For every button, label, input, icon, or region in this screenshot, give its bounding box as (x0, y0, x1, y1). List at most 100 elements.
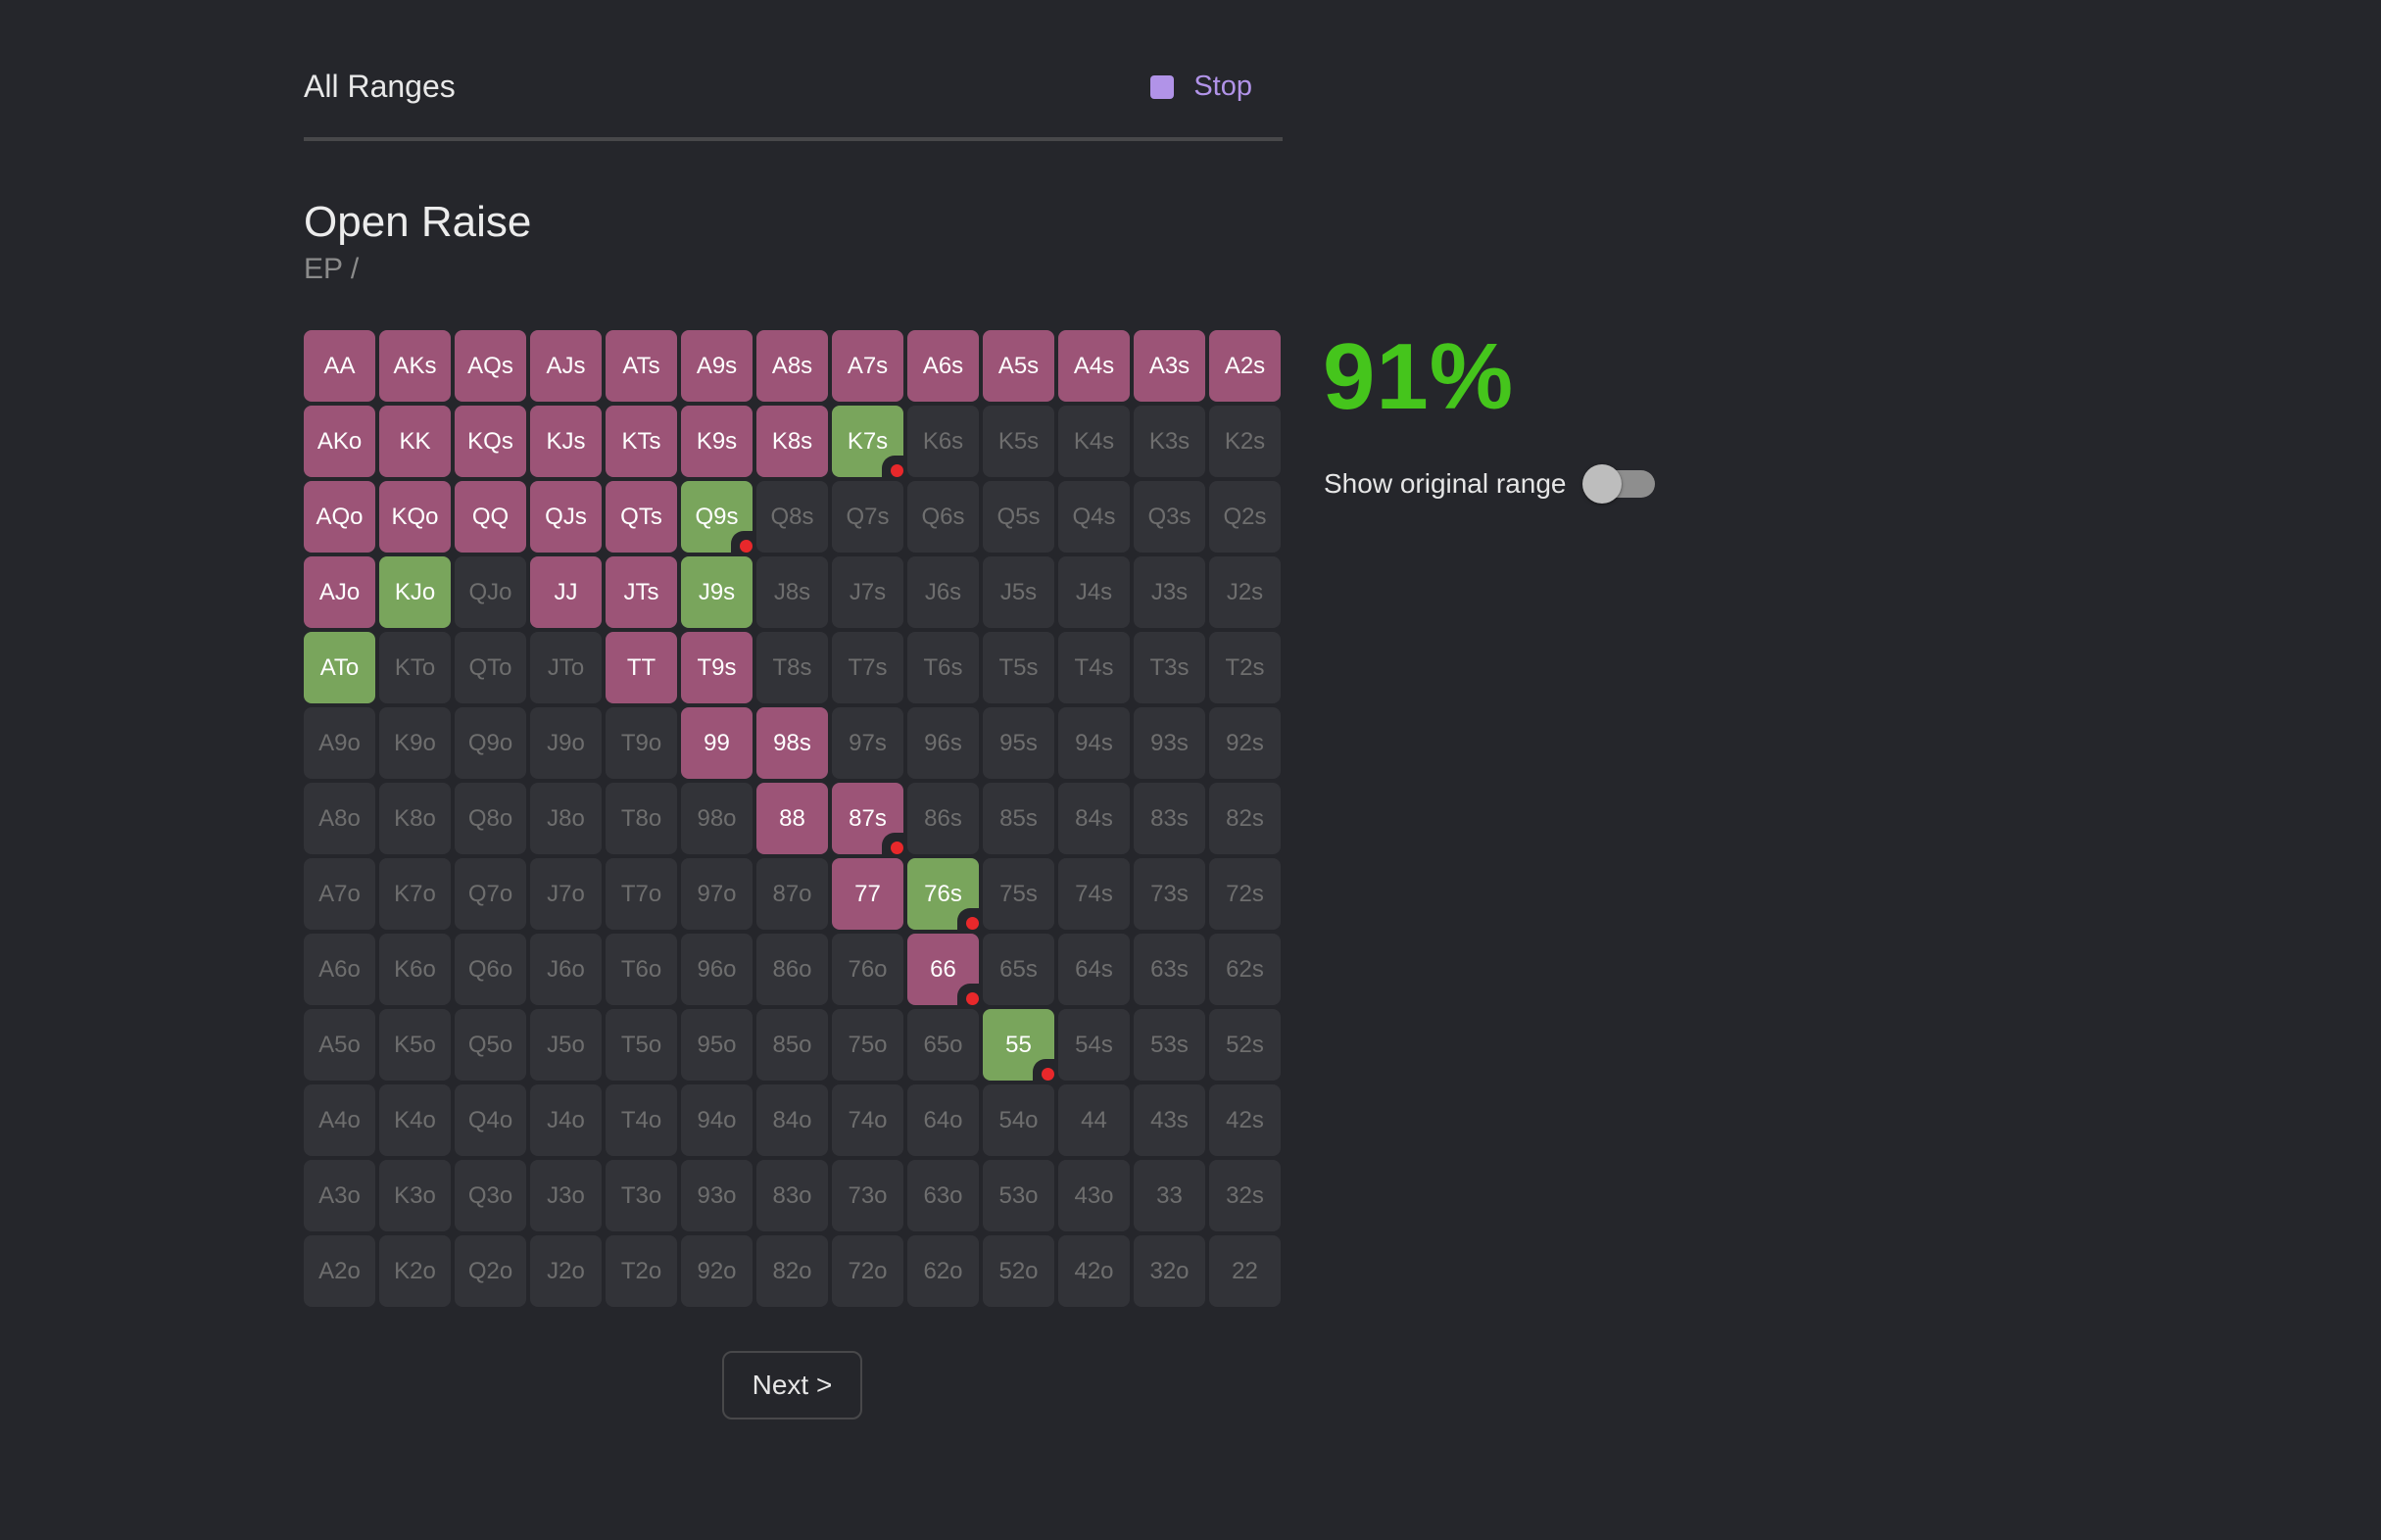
hand-cell-99[interactable]: 99 (681, 707, 753, 779)
hand-cell-62s[interactable]: 62s (1209, 934, 1281, 1005)
hand-cell-62o[interactable]: 62o (907, 1235, 979, 1307)
hand-cell-J2s[interactable]: J2s (1209, 556, 1281, 628)
hand-cell-98o[interactable]: 98o (681, 783, 753, 854)
hand-cell-94s[interactable]: 94s (1058, 707, 1130, 779)
hand-cell-K4o[interactable]: K4o (379, 1084, 451, 1156)
hand-cell-93o[interactable]: 93o (681, 1160, 753, 1231)
hand-cell-A2s[interactable]: A2s (1209, 330, 1281, 402)
hand-cell-J7o[interactable]: J7o (530, 858, 602, 930)
hand-cell-A2o[interactable]: A2o (304, 1235, 375, 1307)
hand-cell-A9s[interactable]: A9s (681, 330, 753, 402)
hand-cell-43s[interactable]: 43s (1134, 1084, 1205, 1156)
hand-cell-K5o[interactable]: K5o (379, 1009, 451, 1081)
hand-cell-Q3s[interactable]: Q3s (1134, 481, 1205, 553)
hand-cell-QJs[interactable]: QJs (530, 481, 602, 553)
hand-cell-J9o[interactable]: J9o (530, 707, 602, 779)
hand-cell-AA[interactable]: AA (304, 330, 375, 402)
hand-cell-Q8s[interactable]: Q8s (756, 481, 828, 553)
hand-cell-JTs[interactable]: JTs (606, 556, 677, 628)
hand-cell-AQo[interactable]: AQo (304, 481, 375, 553)
hand-cell-74s[interactable]: 74s (1058, 858, 1130, 930)
hand-cell-T7o[interactable]: T7o (606, 858, 677, 930)
hand-cell-T4o[interactable]: T4o (606, 1084, 677, 1156)
hand-cell-82s[interactable]: 82s (1209, 783, 1281, 854)
hand-cell-J7s[interactable]: J7s (832, 556, 903, 628)
hand-cell-87s[interactable]: 87s (832, 783, 907, 858)
hand-cell-ATs[interactable]: ATs (606, 330, 677, 402)
hand-cell-Q4s[interactable]: Q4s (1058, 481, 1130, 553)
hand-cell-J6o[interactable]: J6o (530, 934, 602, 1005)
hand-cell-66[interactable]: 66 (907, 934, 983, 1009)
hand-cell-83o[interactable]: 83o (756, 1160, 828, 1231)
hand-cell-T6o[interactable]: T6o (606, 934, 677, 1005)
hand-cell-KTo[interactable]: KTo (379, 632, 451, 703)
hand-cell-96o[interactable]: 96o (681, 934, 753, 1005)
hand-cell-33[interactable]: 33 (1134, 1160, 1205, 1231)
hand-cell-J8s[interactable]: J8s (756, 556, 828, 628)
hand-cell-K6s[interactable]: K6s (907, 406, 979, 477)
hand-cell-J9s[interactable]: J9s (681, 556, 753, 628)
hand-cell-T3o[interactable]: T3o (606, 1160, 677, 1231)
hand-cell-J5o[interactable]: J5o (530, 1009, 602, 1081)
hand-cell-A5o[interactable]: A5o (304, 1009, 375, 1081)
hand-cell-JJ[interactable]: JJ (530, 556, 602, 628)
hand-cell-42s[interactable]: 42s (1209, 1084, 1281, 1156)
hand-cell-AKo[interactable]: AKo (304, 406, 375, 477)
hand-cell-54s[interactable]: 54s (1058, 1009, 1130, 1081)
hand-cell-T6s[interactable]: T6s (907, 632, 979, 703)
hand-cell-TT[interactable]: TT (606, 632, 677, 703)
hand-cell-K7s[interactable]: K7s (832, 406, 907, 481)
hand-cell-92s[interactable]: 92s (1209, 707, 1281, 779)
hand-cell-KQs[interactable]: KQs (455, 406, 526, 477)
hand-cell-T5s[interactable]: T5s (983, 632, 1054, 703)
hand-cell-K6o[interactable]: K6o (379, 934, 451, 1005)
hand-cell-K9s[interactable]: K9s (681, 406, 753, 477)
hand-cell-96s[interactable]: 96s (907, 707, 979, 779)
hand-cell-72o[interactable]: 72o (832, 1235, 903, 1307)
hand-cell-Q9o[interactable]: Q9o (455, 707, 526, 779)
hand-cell-95o[interactable]: 95o (681, 1009, 753, 1081)
hand-cell-63s[interactable]: 63s (1134, 934, 1205, 1005)
hand-cell-AJo[interactable]: AJo (304, 556, 375, 628)
hand-cell-Q3o[interactable]: Q3o (455, 1160, 526, 1231)
hand-cell-82o[interactable]: 82o (756, 1235, 828, 1307)
hand-cell-J5s[interactable]: J5s (983, 556, 1054, 628)
hand-cell-A6s[interactable]: A6s (907, 330, 979, 402)
hand-cell-32o[interactable]: 32o (1134, 1235, 1205, 1307)
hand-cell-A4o[interactable]: A4o (304, 1084, 375, 1156)
hand-cell-65o[interactable]: 65o (907, 1009, 979, 1081)
hand-cell-K3o[interactable]: K3o (379, 1160, 451, 1231)
hand-cell-Q9s[interactable]: Q9s (681, 481, 756, 556)
hand-cell-Q2s[interactable]: Q2s (1209, 481, 1281, 553)
hand-cell-QJo[interactable]: QJo (455, 556, 526, 628)
toggle-knob[interactable] (1581, 464, 1622, 504)
hand-cell-98s[interactable]: 98s (756, 707, 828, 779)
hand-cell-Q5s[interactable]: Q5s (983, 481, 1054, 553)
hand-cell-A3o[interactable]: A3o (304, 1160, 375, 1231)
hand-cell-95s[interactable]: 95s (983, 707, 1054, 779)
hand-cell-53s[interactable]: 53s (1134, 1009, 1205, 1081)
hand-cell-A3s[interactable]: A3s (1134, 330, 1205, 402)
hand-cell-T5o[interactable]: T5o (606, 1009, 677, 1081)
hand-cell-T8s[interactable]: T8s (756, 632, 828, 703)
hand-cell-QTs[interactable]: QTs (606, 481, 677, 553)
hand-cell-44[interactable]: 44 (1058, 1084, 1130, 1156)
hand-cell-A8o[interactable]: A8o (304, 783, 375, 854)
hand-cell-J4s[interactable]: J4s (1058, 556, 1130, 628)
hand-cell-42o[interactable]: 42o (1058, 1235, 1130, 1307)
hand-cell-54o[interactable]: 54o (983, 1084, 1054, 1156)
hand-cell-76s[interactable]: 76s (907, 858, 983, 934)
hand-cell-K8o[interactable]: K8o (379, 783, 451, 854)
hand-cell-64s[interactable]: 64s (1058, 934, 1130, 1005)
hand-cell-AKs[interactable]: AKs (379, 330, 451, 402)
hand-cell-Q8o[interactable]: Q8o (455, 783, 526, 854)
hand-cell-83s[interactable]: 83s (1134, 783, 1205, 854)
hand-cell-T7s[interactable]: T7s (832, 632, 903, 703)
hand-cell-J3s[interactable]: J3s (1134, 556, 1205, 628)
hand-cell-AJs[interactable]: AJs (530, 330, 602, 402)
hand-cell-KJo[interactable]: KJo (379, 556, 451, 628)
hand-cell-A8s[interactable]: A8s (756, 330, 828, 402)
show-original-toggle[interactable] (1581, 464, 1657, 504)
hand-cell-A6o[interactable]: A6o (304, 934, 375, 1005)
hand-cell-A7s[interactable]: A7s (832, 330, 903, 402)
